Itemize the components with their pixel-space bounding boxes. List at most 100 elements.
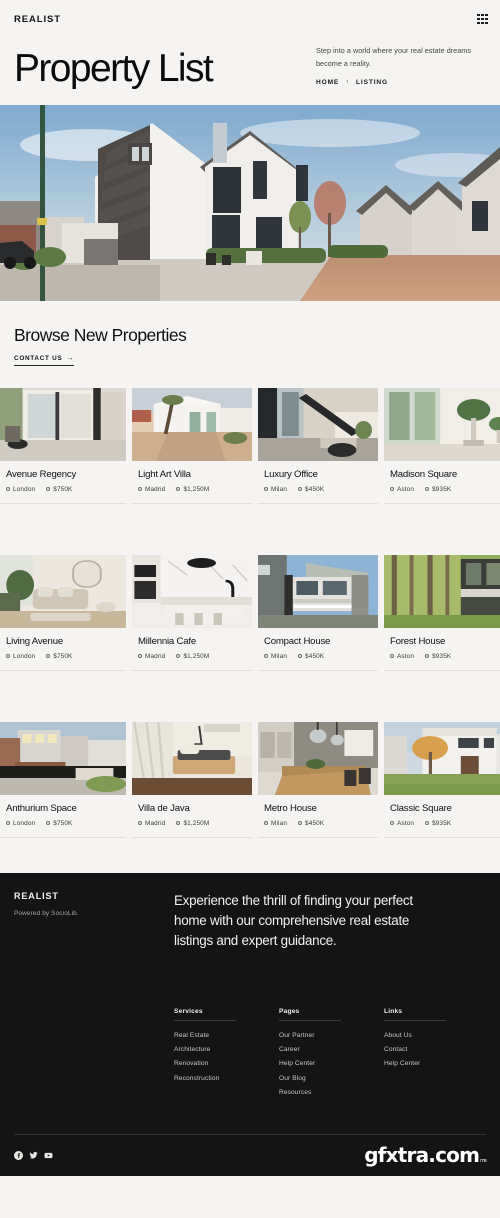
property-price-label: $750K <box>53 652 73 660</box>
property-card[interactable]: Forest House Aston $935K <box>384 554 500 671</box>
footer-link[interactable]: Help Center <box>384 1057 446 1071</box>
location-icon <box>138 487 142 492</box>
property-image[interactable] <box>132 554 252 628</box>
property-price-label: $450K <box>305 819 325 827</box>
property-city-label: Milan <box>271 652 288 660</box>
property-price: $935K <box>425 653 451 660</box>
footer-link[interactable]: Resources <box>279 1086 384 1100</box>
property-city: London <box>6 486 35 493</box>
youtube-icon[interactable] <box>44 1151 53 1160</box>
property-title: Villa de Java <box>138 802 190 814</box>
footer-link[interactable]: Real Estate <box>174 1029 279 1043</box>
footer-link[interactable]: Our Partner <box>279 1029 384 1043</box>
property-price-label: $935K <box>432 819 452 827</box>
property-card[interactable]: Anthurium Space London $750K <box>0 721 126 838</box>
property-price: $1,250M <box>176 653 209 660</box>
contact-us-link[interactable]: CONTACT US → <box>14 355 75 366</box>
property-card[interactable]: Avenue Regency London $750K <box>0 387 126 504</box>
property-image[interactable] <box>0 721 126 795</box>
property-price: $1,250M <box>176 820 209 827</box>
property-image[interactable] <box>132 387 252 461</box>
watermark: gfxtra.com ms <box>364 1143 487 1168</box>
property-title: Classic Square <box>390 802 452 814</box>
hero-header: Property List Step into a world where yo… <box>0 38 500 105</box>
location-icon <box>264 654 268 659</box>
property-image[interactable] <box>0 387 126 461</box>
property-card[interactable]: Light Art Villa Madrid $1,250M <box>132 387 252 504</box>
grid-row-spacer <box>384 677 500 716</box>
footer-brand-column: REALIST Powered by SocioLib. <box>14 891 174 952</box>
footer-column: Links About Us Contact Help Center <box>384 1008 446 1101</box>
price-icon <box>176 821 181 826</box>
property-image[interactable] <box>258 387 378 461</box>
property-image[interactable] <box>384 721 500 795</box>
property-title: Light Art Villa <box>138 468 191 480</box>
property-title: Luxury Office <box>264 468 318 480</box>
property-image[interactable] <box>384 554 500 628</box>
facebook-icon[interactable] <box>14 1150 23 1160</box>
property-image[interactable] <box>258 721 378 795</box>
property-price-label: $935K <box>432 652 452 660</box>
property-image[interactable] <box>384 387 500 461</box>
footer-link[interactable]: Career <box>279 1043 384 1057</box>
property-card[interactable]: Classic Square Aston $935K <box>384 721 500 838</box>
property-city-label: Milan <box>271 485 288 493</box>
property-card[interactable]: Compact House Milan $450K <box>258 554 378 671</box>
property-image[interactable] <box>0 554 126 628</box>
twitter-icon[interactable] <box>29 1151 38 1160</box>
property-card[interactable]: Living Avenue London $750K <box>0 554 126 671</box>
property-city-label: Milan <box>271 819 288 827</box>
property-price-label: $450K <box>305 652 325 660</box>
property-city-label: Aston <box>397 819 415 827</box>
site-logo[interactable]: REALIST <box>14 14 61 25</box>
footer-link[interactable]: Contact <box>384 1043 446 1057</box>
property-card[interactable]: Luxury Office Milan $450K <box>258 387 378 504</box>
property-meta: Milan $450K <box>264 820 378 827</box>
property-card[interactable]: Millennia Cafe Madrid $1,250M <box>132 554 252 671</box>
watermark-text: gfxtra.com <box>364 1143 480 1168</box>
footer-lead-text: Experience the thrill of finding your pe… <box>174 892 413 949</box>
property-price: $750K <box>46 486 72 493</box>
property-city: Aston <box>390 653 414 660</box>
top-bar: REALIST <box>0 0 500 38</box>
property-title: Anthurium Space <box>6 802 77 814</box>
footer-column: Pages Our Partner Career Help Center Our Blo… <box>279 1008 384 1101</box>
footer-link-columns: Services Real Estate Architecture Renovatio… <box>14 1008 486 1101</box>
property-meta: Aston $935K <box>390 653 500 660</box>
property-city: Madrid <box>138 486 165 493</box>
property-card[interactable]: Metro House Milan $450K <box>258 721 378 838</box>
footer-logo[interactable]: REALIST <box>14 891 174 901</box>
property-card[interactable]: Villa de Java Madrid $1,250M <box>132 721 252 838</box>
footer-column: Services Real Estate Architecture Renovatio… <box>174 1008 279 1101</box>
location-icon <box>138 821 142 826</box>
grid-menu-icon[interactable] <box>477 13 488 25</box>
grid-dot <box>485 21 488 25</box>
property-city: Milan <box>264 653 287 660</box>
property-meta: London $750K <box>6 820 126 827</box>
property-price: $750K <box>46 820 72 827</box>
price-icon <box>46 821 51 826</box>
property-price-label: $1,250M <box>183 652 210 660</box>
footer-link[interactable]: Renovation <box>174 1057 279 1071</box>
footer-link[interactable]: Help Center <box>279 1057 384 1071</box>
footer-link[interactable]: Architecture <box>174 1043 279 1057</box>
property-image[interactable] <box>258 554 378 628</box>
footer-link[interactable]: Reconstruction <box>174 1072 279 1086</box>
footer-column-title: Services <box>174 1008 236 1021</box>
footer-bottom-bar: gfxtra.com ms <box>14 1133 487 1176</box>
property-city: Milan <box>264 486 287 493</box>
property-meta: Milan $450K <box>264 486 378 493</box>
property-title: Avenue Regency <box>6 468 77 480</box>
property-image[interactable] <box>132 721 252 795</box>
location-icon <box>264 487 268 492</box>
footer-top: REALIST Powered by SocioLib. Experience … <box>14 891 486 952</box>
location-icon <box>138 654 142 659</box>
footer-link[interactable]: About Us <box>384 1029 446 1043</box>
grid-row-spacer <box>258 677 378 716</box>
footer-link[interactable]: Our Blog <box>279 1072 384 1086</box>
property-card[interactable]: Madison Square Aston $935K <box>384 387 500 504</box>
property-title: Forest House <box>390 635 446 647</box>
breadcrumb-home[interactable]: HOME <box>316 79 339 86</box>
property-city-label: Aston <box>397 652 415 660</box>
grid-row-spacer <box>132 677 252 716</box>
